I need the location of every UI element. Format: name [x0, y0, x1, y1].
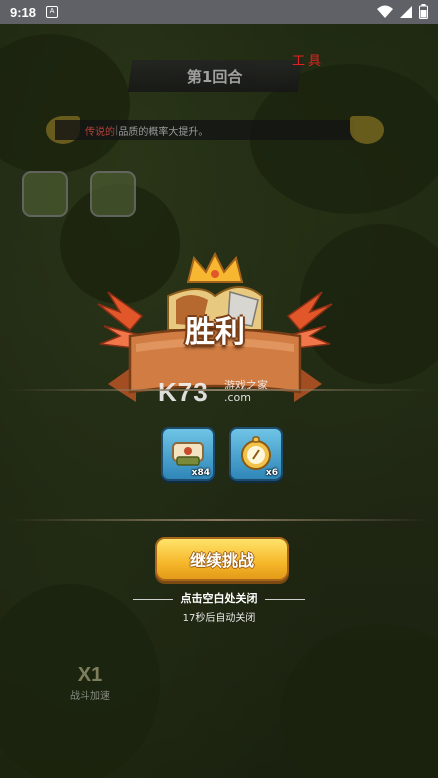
notification-icon: A	[46, 6, 59, 18]
wifi-icon	[377, 5, 393, 18]
watermark-domain: .com	[224, 391, 251, 404]
watermark: K73 游戏之家 .com	[158, 377, 268, 408]
continue-challenge-button[interactable]: 继续挑战	[155, 537, 289, 581]
speed-multiplier: X1	[77, 664, 103, 686]
tip-highlight: 传说的	[85, 126, 115, 138]
game-scene[interactable]: 第1回合 工具 传说的| 品质的概率大提升。 胜利 K73 游戏之家 .com	[0, 24, 438, 778]
victory-title: 胜利	[185, 315, 245, 350]
watermark-logo: K73	[158, 377, 209, 407]
status-time: 9:18	[10, 4, 37, 20]
arrow-right-icon	[265, 598, 306, 600]
signal-icon	[400, 5, 412, 18]
tip-bar: 传说的 | 品质的概率大提升。	[55, 120, 355, 140]
tools-label[interactable]: 工具	[292, 50, 324, 69]
status-bar: 9:18 A	[0, 0, 438, 24]
round-banner: 第1回合	[127, 60, 303, 92]
auto-close-countdown: 17秒后自动关闭	[182, 613, 256, 624]
reward-count: x84	[191, 468, 210, 478]
skill-slot-dragon-icon	[22, 171, 68, 217]
reward-item-scroll[interactable]: x84	[161, 427, 215, 481]
close-hint[interactable]: 点击空白处关闭	[0, 590, 438, 606]
skill-slot-creature-icon	[90, 171, 136, 217]
reward-count: x6	[265, 468, 278, 478]
arrow-left-icon	[132, 598, 173, 600]
round-title: 第1回合	[187, 67, 243, 86]
divider-bottom	[8, 519, 430, 521]
close-hint-text: 点击空白处关闭	[180, 592, 258, 605]
speed-label: 战斗加速	[70, 691, 110, 702]
battery-icon	[419, 4, 428, 19]
battle-speed-toggle[interactable]: X1 战斗加速	[60, 664, 120, 702]
divider-top	[8, 389, 430, 391]
horn-right-icon	[350, 116, 384, 144]
status-icons	[377, 4, 428, 19]
crown-icon	[186, 252, 244, 283]
tip-text: 品质的概率大提升。	[118, 126, 209, 138]
reward-item-compass[interactable]: x6	[229, 427, 283, 481]
